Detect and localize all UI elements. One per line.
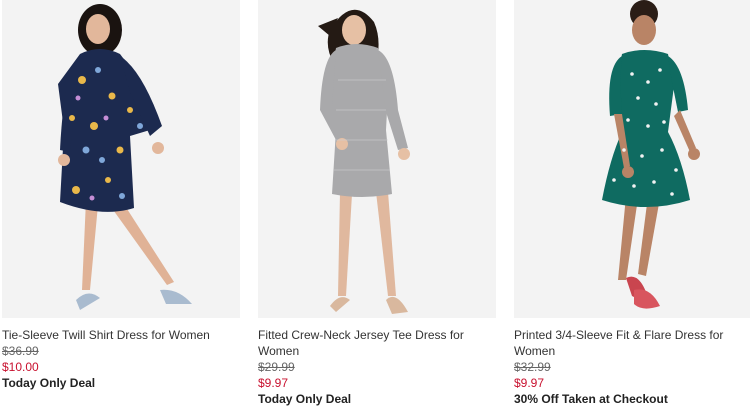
product-card[interactable]: Fitted Crew-Neck Jersey Tee Dress for Wo… (258, 0, 496, 407)
promo-badge: 30% Off Taken at Checkout (514, 392, 668, 406)
promo-badge: Today Only Deal (258, 392, 352, 406)
product-name[interactable]: Tie-Sleeve Twill Shirt Dress for Women (2, 327, 240, 343)
product-grid: Tie-Sleeve Twill Shirt Dress for Women $… (0, 0, 750, 411)
sale-price: $9.97 (514, 376, 545, 390)
sale-price: $9.97 (258, 376, 289, 390)
product-card[interactable]: Printed 3/4-Sleeve Fit & Flare Dress for… (514, 0, 750, 407)
original-price: $29.99 (258, 360, 295, 374)
original-price: $36.99 (2, 344, 39, 358)
product-image[interactable] (258, 0, 496, 318)
product-card[interactable]: Tie-Sleeve Twill Shirt Dress for Women $… (2, 0, 240, 391)
product-name[interactable]: Printed 3/4-Sleeve Fit & Flare Dress for… (514, 327, 750, 359)
sale-price: $10.00 (2, 360, 39, 374)
product-name[interactable]: Fitted Crew-Neck Jersey Tee Dress for Wo… (258, 327, 496, 359)
promo-badge: Today Only Deal (2, 376, 96, 390)
product-image[interactable] (514, 0, 750, 318)
original-price: $32.99 (514, 360, 551, 374)
product-image[interactable] (2, 0, 240, 318)
